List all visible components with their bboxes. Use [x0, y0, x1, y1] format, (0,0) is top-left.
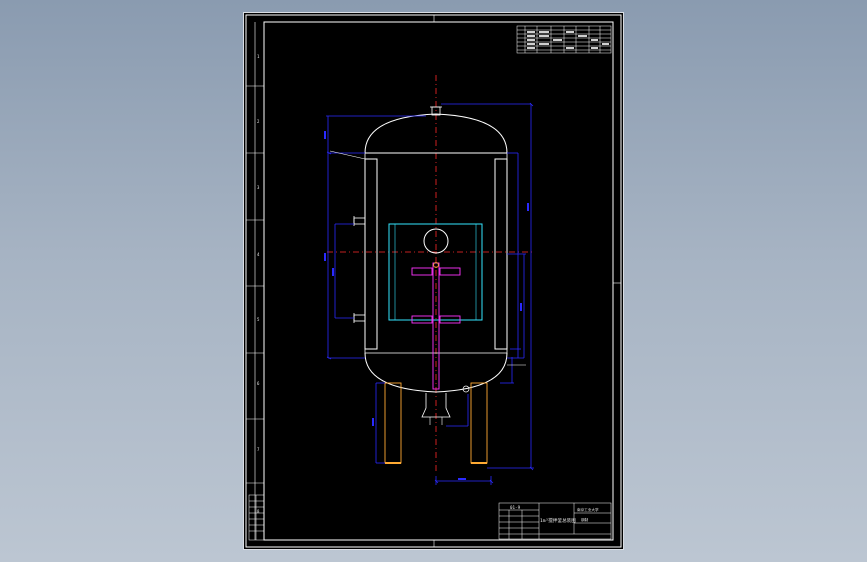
internal-coil-frame — [388, 223, 483, 321]
jacket-wall-right — [494, 158, 508, 350]
left-margin-ruler — [246, 22, 264, 540]
margin-marker-3: 3 — [257, 185, 260, 190]
side-nozzle-upper — [353, 216, 366, 226]
side-nozzle-lower — [353, 313, 366, 323]
jacket-wall-left — [364, 158, 378, 350]
parts-list-text-marks — [527, 31, 609, 49]
margin-marker-4: 4 — [257, 252, 260, 257]
material-note: 钢制 — [581, 517, 589, 522]
outer-frame — [245, 14, 622, 548]
margin-marker-6: 6 — [257, 381, 260, 386]
drawing-sheet[interactable]: 12345678 01-9 1m³搅拌釜总装图 南京工业大学 钢制 — [244, 13, 623, 549]
dimension-lines — [326, 103, 534, 485]
revision-label: 01-9 — [510, 505, 521, 510]
bottom-head — [364, 352, 508, 393]
drawing-title: 1m³搅拌釜总装图 — [540, 517, 576, 524]
cad-viewport[interactable]: 12345678 01-9 1m³搅拌釜总装图 南京工业大学 钢制 — [0, 0, 867, 562]
margin-marker-2: 2 — [257, 119, 260, 124]
revision-table — [248, 494, 265, 541]
margin-marker-5: 5 — [257, 317, 260, 322]
leader-lines — [329, 150, 526, 366]
vessel-drawing[interactable] — [324, 75, 534, 485]
dimension-value-marks — [324, 131, 529, 480]
company-line: 南京工业大学 — [577, 507, 599, 512]
margin-marker-7: 7 — [257, 447, 260, 452]
margin-marker-1: 1 — [257, 54, 260, 59]
inner-frame — [263, 21, 614, 541]
dimension-arrows — [326, 102, 534, 484]
margin-markers: 12345678 — [257, 54, 260, 514]
drawing-canvas[interactable]: 12345678 01-9 1m³搅拌釜总装图 南京工业大学 钢制 — [244, 13, 623, 549]
top-margin-ticks — [433, 15, 621, 547]
